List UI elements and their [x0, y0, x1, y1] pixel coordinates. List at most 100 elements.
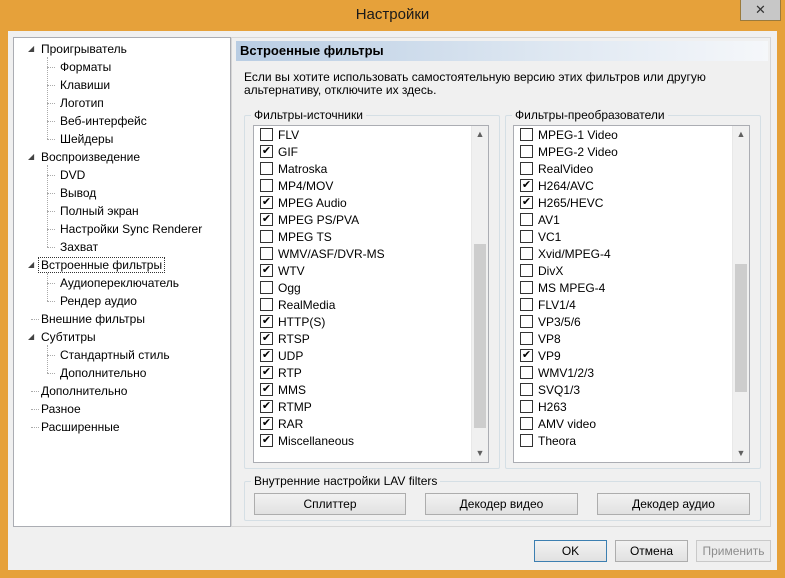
- apply-button[interactable]: Применить: [696, 540, 771, 562]
- checkbox-unchecked[interactable]: [260, 128, 273, 142]
- filter-list-item[interactable]: FLV1/4: [520, 297, 576, 314]
- scroll-down-icon[interactable]: ▼: [472, 445, 488, 462]
- title-bar[interactable]: Настройки ✕: [0, 0, 785, 31]
- tree-item[interactable]: Внешние фильтры: [41, 311, 145, 327]
- checkbox-checked[interactable]: ✔: [260, 264, 273, 278]
- tree-item[interactable]: Шейдеры: [60, 131, 113, 147]
- video-decoder-button[interactable]: Декодер видео: [425, 493, 578, 515]
- ok-button[interactable]: OK: [534, 540, 607, 562]
- filter-list-item[interactable]: MPEG TS: [260, 229, 332, 246]
- filter-list-item[interactable]: ✔ H265/HEVC: [520, 195, 603, 212]
- cancel-button[interactable]: Отмена: [615, 540, 688, 562]
- checkbox-checked[interactable]: ✔: [260, 366, 273, 380]
- checkbox-unchecked[interactable]: [520, 383, 533, 397]
- filter-list-item[interactable]: ✔ RTP: [260, 365, 302, 382]
- tree-item[interactable]: Вывод: [60, 185, 96, 201]
- checkbox-checked[interactable]: ✔: [520, 196, 533, 210]
- scroll-up-icon[interactable]: ▲: [733, 126, 749, 143]
- source-filters-list[interactable]: ✔ Miscellaneous ✔ RAR ✔ RTMP ✔ MMS ✔ RTP ✔ UDP ✔ RTSP…: [253, 125, 489, 463]
- filter-list-item[interactable]: ✔ VP9: [520, 348, 561, 365]
- checkbox-unchecked[interactable]: [260, 281, 273, 295]
- filter-list-item[interactable]: AV1: [520, 212, 560, 229]
- filter-list-item[interactable]: RealMedia: [260, 297, 335, 314]
- filter-list-item[interactable]: Matroska: [260, 161, 327, 178]
- checkbox-checked[interactable]: ✔: [260, 315, 273, 329]
- checkbox-unchecked[interactable]: [520, 434, 533, 448]
- scroll-up-icon[interactable]: ▲: [472, 126, 488, 143]
- filter-list-item[interactable]: Xvid/MPEG-4: [520, 246, 611, 263]
- checkbox-checked[interactable]: ✔: [260, 145, 273, 159]
- filter-list-item[interactable]: ✔ MPEG Audio: [260, 195, 347, 212]
- checkbox-checked[interactable]: ✔: [520, 349, 533, 363]
- checkbox-unchecked[interactable]: [260, 298, 273, 312]
- expand-arrow-icon[interactable]: ◢: [28, 149, 38, 165]
- tree-item[interactable]: Рендер аудио: [60, 293, 137, 309]
- filter-list-item[interactable]: WMV1/2/3: [520, 365, 594, 382]
- tree-item[interactable]: Субтитры: [41, 329, 96, 345]
- checkbox-unchecked[interactable]: [520, 145, 533, 159]
- tree-item[interactable]: Форматы: [60, 59, 111, 75]
- filter-list-item[interactable]: RealVideo: [520, 161, 593, 178]
- checkbox-checked[interactable]: ✔: [260, 383, 273, 397]
- checkbox-unchecked[interactable]: [520, 230, 533, 244]
- filter-list-item[interactable]: AMV video: [520, 416, 596, 433]
- tree-item[interactable]: Проигрыватель: [41, 41, 127, 57]
- transform-filters-scrollbar[interactable]: ▲ ▼: [732, 126, 749, 462]
- filter-list-item[interactable]: WMV/ASF/DVR-MS: [260, 246, 385, 263]
- tree-item[interactable]: Настройки Sync Renderer: [60, 221, 202, 237]
- checkbox-checked[interactable]: ✔: [260, 417, 273, 431]
- checkbox-unchecked[interactable]: [260, 179, 273, 193]
- checkbox-unchecked[interactable]: [520, 162, 533, 176]
- filter-list-item[interactable]: MP4/MOV: [260, 178, 333, 195]
- filter-list-item[interactable]: MPEG-1 Video: [520, 127, 618, 144]
- checkbox-unchecked[interactable]: [260, 247, 273, 261]
- checkbox-checked[interactable]: ✔: [260, 332, 273, 346]
- scroll-down-icon[interactable]: ▼: [733, 445, 749, 462]
- settings-tree[interactable]: ◢ Проигрыватель Форматы Клавиши Логотип Веб-и…: [13, 37, 231, 527]
- filter-list-item[interactable]: ✔ MMS: [260, 382, 306, 399]
- filter-list-item[interactable]: ✔ WTV: [260, 263, 305, 280]
- filter-list-item[interactable]: ✔ UDP: [260, 348, 303, 365]
- filter-list-item[interactable]: ✔ MPEG PS/PVA: [260, 212, 359, 229]
- checkbox-checked[interactable]: ✔: [260, 434, 273, 448]
- scroll-thumb[interactable]: [735, 264, 747, 392]
- checkbox-checked[interactable]: ✔: [260, 349, 273, 363]
- tree-item[interactable]: Клавиши: [60, 77, 110, 93]
- expand-arrow-icon[interactable]: ◢: [28, 329, 38, 345]
- filter-list-item[interactable]: ✔ RAR: [260, 416, 303, 433]
- audio-decoder-button[interactable]: Декодер аудио: [597, 493, 750, 515]
- filter-list-item[interactable]: ✔ Miscellaneous: [260, 433, 354, 450]
- tree-item[interactable]: Разное: [41, 401, 81, 417]
- checkbox-unchecked[interactable]: [520, 281, 533, 295]
- filter-list-item[interactable]: ✔ RTSP: [260, 331, 310, 348]
- tree-item[interactable]: Расширенные: [41, 419, 120, 435]
- tree-item[interactable]: Аудиопереключатель: [60, 275, 179, 291]
- filter-list-item[interactable]: VP8: [520, 331, 561, 348]
- filter-list-item[interactable]: ✔ RTMP: [260, 399, 312, 416]
- checkbox-unchecked[interactable]: [260, 230, 273, 244]
- filter-list-item[interactable]: Ogg: [260, 280, 301, 297]
- filter-list-item[interactable]: Theora: [520, 433, 576, 450]
- checkbox-unchecked[interactable]: [520, 128, 533, 142]
- checkbox-checked[interactable]: ✔: [520, 179, 533, 193]
- tree-item[interactable]: Дополнительно: [41, 383, 127, 399]
- checkbox-unchecked[interactable]: [520, 400, 533, 414]
- filter-list-item[interactable]: DivX: [520, 263, 563, 280]
- checkbox-unchecked[interactable]: [260, 162, 273, 176]
- checkbox-unchecked[interactable]: [520, 417, 533, 431]
- tree-item[interactable]: Захват: [60, 239, 98, 255]
- filter-list-item[interactable]: ✔ GIF: [260, 144, 298, 161]
- filter-list-item[interactable]: SVQ1/3: [520, 382, 580, 399]
- filter-list-item[interactable]: VP3/5/6: [520, 314, 581, 331]
- filter-list-item[interactable]: FLV: [260, 127, 299, 144]
- checkbox-checked[interactable]: ✔: [260, 400, 273, 414]
- filter-list-item[interactable]: VC1: [520, 229, 561, 246]
- tree-item[interactable]: DVD: [60, 167, 85, 183]
- tree-item[interactable]: Воспроизведение: [41, 149, 140, 165]
- checkbox-unchecked[interactable]: [520, 298, 533, 312]
- tree-item[interactable]: Встроенные фильтры: [38, 257, 166, 273]
- transform-filters-list[interactable]: Theora AMV video H263 SVQ1/3 WMV1/2/3 ✔ VP9 VP8…: [513, 125, 750, 463]
- tree-item[interactable]: Полный экран: [60, 203, 139, 219]
- checkbox-unchecked[interactable]: [520, 366, 533, 380]
- expand-arrow-icon[interactable]: ◢: [28, 41, 38, 57]
